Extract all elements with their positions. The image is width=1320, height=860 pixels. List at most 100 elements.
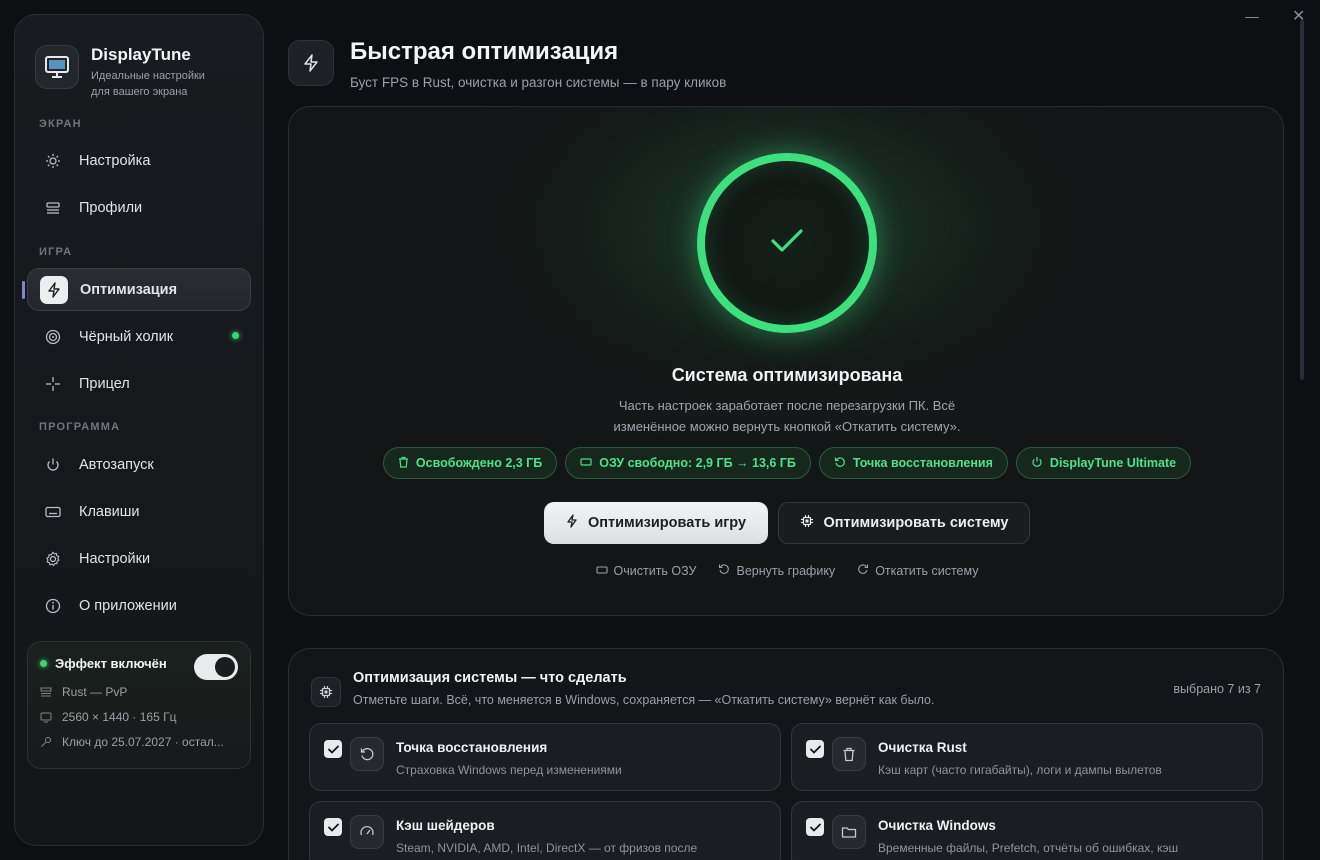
check-icon xyxy=(770,228,804,259)
status-dot xyxy=(232,332,239,339)
effect-toggle[interactable] xyxy=(194,654,238,680)
gear-icon xyxy=(41,547,65,571)
clear-ram-link[interactable]: Очистить ОЗУ xyxy=(595,563,696,578)
step-restore-point[interactable]: Точка восстановления Страховка Windows п… xyxy=(309,723,781,791)
trash-icon xyxy=(832,737,866,771)
step-description: Временные файлы, Prefetch, отчёты об оши… xyxy=(878,841,1179,855)
status-title: Система оптимизирована xyxy=(671,365,903,385)
sidebar-item-hotkeys[interactable]: Клавиши xyxy=(27,490,251,533)
step-title: Кэш шейдеров xyxy=(396,818,495,833)
sidebar-item-label: Чёрный холик xyxy=(79,328,174,345)
sidebar-item-black-hole[interactable]: Чёрный холик xyxy=(27,315,251,358)
steps-title: Оптимизация системы — что сделать xyxy=(353,670,627,686)
active-indicator xyxy=(22,281,25,299)
undo-icon xyxy=(718,563,730,578)
status-profile: Rust — PvP xyxy=(40,685,238,699)
status-resolution: 2560 × 1440 · 165 Гц xyxy=(40,710,238,724)
sidebar-item-crosshair[interactable]: Прицел xyxy=(27,362,251,405)
step-title: Точка восстановления xyxy=(396,740,548,755)
info-icon xyxy=(41,594,65,618)
page-title: Быстрая оптимизация xyxy=(350,38,619,65)
chip-restore-point: Точка восстановления xyxy=(818,447,1008,479)
brand: DisplayTune Идеальные настройки для ваше… xyxy=(35,45,205,100)
cpu-icon xyxy=(800,514,814,532)
rollback-system-link[interactable]: Откатить систему xyxy=(857,563,978,578)
step-checkbox[interactable] xyxy=(806,740,824,758)
folder-icon xyxy=(832,815,866,849)
sidebar-item-setup[interactable]: Настройка xyxy=(27,139,251,182)
rollback-icon xyxy=(857,563,869,578)
result-chips: Освобождено 2,3 ГБ ОЗУ свободно: 2,9 ГБ … xyxy=(289,447,1285,479)
profiles-icon xyxy=(40,687,54,697)
restore-icon xyxy=(834,456,846,471)
sidebar-item-settings[interactable]: Настройки xyxy=(27,537,251,580)
cpu-icon xyxy=(311,677,341,707)
scrollbar[interactable] xyxy=(1300,20,1304,380)
memory-icon xyxy=(580,456,592,470)
minimize-button[interactable]: — xyxy=(1245,8,1259,24)
status-ring xyxy=(697,153,877,333)
sidebar-item-label: Настройка xyxy=(79,152,151,169)
chip-power-plan: DisplayTune Ultimate xyxy=(1015,447,1192,479)
sidebar-item-autostart[interactable]: Автозапуск xyxy=(27,443,251,486)
monitor-icon xyxy=(35,45,79,89)
step-shader-cache[interactable]: Кэш шейдеров Steam, NVIDIA, AMD, Intel, … xyxy=(309,801,781,860)
lightning-icon xyxy=(40,275,68,304)
step-clean-windows[interactable]: Очистка Windows Временные файлы, Prefetc… xyxy=(791,801,1263,860)
memory-icon xyxy=(595,564,608,578)
sidebar-item-label: Настройки xyxy=(79,550,151,567)
monitor-icon xyxy=(40,712,54,723)
step-checkbox[interactable] xyxy=(806,818,824,836)
sidebar-item-label: Прицел xyxy=(79,375,130,392)
power-icon xyxy=(41,453,65,477)
sidebar: DisplayTune Идеальные настройки для ваше… xyxy=(14,14,264,846)
sidebar-item-label: Клавиши xyxy=(79,503,140,520)
step-description: Steam, NVIDIA, AMD, Intel, DirectX — от … xyxy=(396,841,698,855)
sidebar-item-label: Оптимизация xyxy=(80,281,178,298)
key-icon xyxy=(40,736,54,748)
page-header: Быстрая оптимизация Буст FPS в Rust, очи… xyxy=(288,38,727,90)
step-checkbox[interactable] xyxy=(324,818,342,836)
lightning-icon xyxy=(288,40,334,86)
section-label-screen: ЭКРАН xyxy=(39,118,82,130)
gauge-icon xyxy=(350,815,384,849)
page-subtitle: Буст FPS в Rust, очистка и разгон систем… xyxy=(350,75,727,90)
sidebar-item-profiles[interactable]: Профили xyxy=(27,186,251,229)
step-title: Очистка Windows xyxy=(878,818,996,833)
hero-actions: Оптимизировать игру Оптимизировать систе… xyxy=(289,502,1285,544)
step-description: Кэш карт (часто гигабайты), логи и дампы… xyxy=(878,763,1162,777)
status-dot xyxy=(40,660,47,667)
system-optimization-steps: Оптимизация системы — что сделать Отметь… xyxy=(288,648,1284,860)
restore-graphics-link[interactable]: Вернуть графику xyxy=(718,563,835,578)
step-checkbox[interactable] xyxy=(324,740,342,758)
section-label-game: ИГРА xyxy=(39,246,73,258)
sidebar-item-about[interactable]: О приложении xyxy=(27,584,251,627)
chip-ram-free: ОЗУ свободно: 2,9 ГБ → 13,6 ГБ xyxy=(565,447,811,479)
status-description: Часть настроек заработает после перезагр… xyxy=(613,398,961,434)
lightning-icon xyxy=(566,514,578,532)
step-title: Очистка Rust xyxy=(878,740,967,755)
sidebar-item-label: О приложении xyxy=(79,597,177,614)
app-name: DisplayTune xyxy=(91,45,191,64)
profiles-icon xyxy=(41,196,65,220)
sidebar-item-optimization[interactable]: Оптимизация xyxy=(22,268,251,311)
app-tagline: Идеальные настройки для вашего экрана xyxy=(91,70,205,98)
steps-selected-count: выбрано 7 из 7 xyxy=(1173,682,1261,696)
restore-icon xyxy=(350,737,384,771)
sun-icon xyxy=(41,149,65,173)
hero-secondary-links: Очистить ОЗУ Вернуть графику Откатить си… xyxy=(289,563,1285,578)
steps-subtitle: Отметьте шаги. Всё, что меняется в Windo… xyxy=(353,693,935,707)
optimization-status-card: Система оптимизирована Часть настроек за… xyxy=(288,106,1284,616)
optimize-game-button[interactable]: Оптимизировать игру xyxy=(544,502,768,544)
optimize-system-button[interactable]: Оптимизировать систему xyxy=(778,502,1030,544)
keyboard-icon xyxy=(41,500,65,524)
step-description: Страховка Windows перед изменениями xyxy=(396,763,622,777)
step-clean-rust[interactable]: Очистка Rust Кэш карт (часто гигабайты),… xyxy=(791,723,1263,791)
status-license-key: Ключ до 25.07.2027 · остал... xyxy=(40,735,238,749)
sidebar-item-label: Автозапуск xyxy=(79,456,154,473)
target-icon xyxy=(41,325,65,349)
chip-freed-space: Освобождено 2,3 ГБ xyxy=(382,447,558,479)
crosshair-icon xyxy=(41,372,65,396)
sidebar-item-label: Профили xyxy=(79,199,143,216)
trash-icon xyxy=(398,456,409,471)
